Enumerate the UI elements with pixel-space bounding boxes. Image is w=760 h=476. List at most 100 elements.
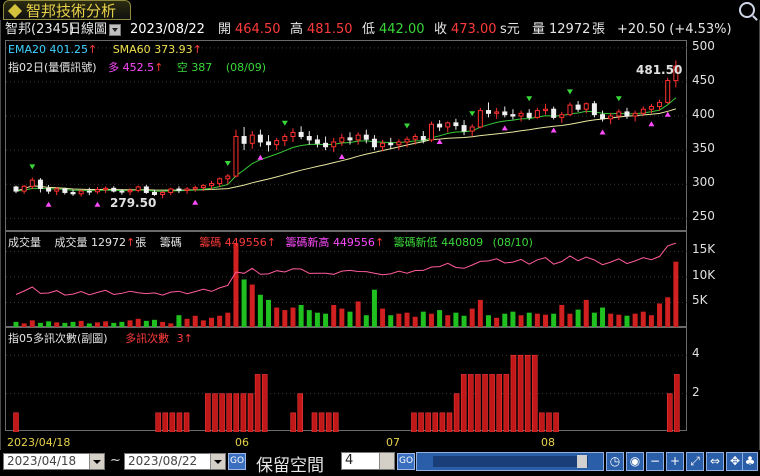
zoom-in-icon[interactable]: + (666, 452, 684, 471)
sma-value: 373.93 (154, 43, 193, 56)
start-date-value: 2023/04/18 (7, 454, 77, 468)
start-date-select[interactable]: 2023/04/18 (3, 453, 105, 470)
long-signal-arrow (94, 201, 101, 207)
candle-body (404, 138, 410, 143)
candle-body (274, 140, 280, 146)
signal-bar (290, 412, 296, 432)
alert-icon[interactable]: ♣ (742, 452, 758, 471)
candle-body (192, 187, 198, 190)
volume-bar (608, 313, 614, 328)
date-tilde: ~ (110, 453, 121, 468)
go-button[interactable]: GO (228, 453, 246, 470)
scrollbar-track[interactable] (433, 456, 588, 467)
chip-low-value: 440809 (441, 236, 484, 249)
candle-body (241, 136, 247, 144)
candle-body (494, 111, 500, 114)
window-tab[interactable]: 智邦技術分析 (3, 0, 131, 20)
signal-bar (219, 393, 225, 432)
chip-label: 籌碼 (159, 236, 182, 249)
quote-date: 2023/08/22 (130, 22, 205, 37)
candle-body (200, 185, 206, 189)
candle-body (371, 138, 377, 148)
scrollbar-thumb[interactable] (577, 455, 587, 468)
candle-body (135, 186, 141, 191)
title-bar: 智邦技術分析 (0, 0, 760, 20)
volume-bar (640, 311, 646, 328)
candle-body (453, 122, 459, 127)
volume-bar (306, 310, 312, 328)
chip-high-value: 449556 (332, 236, 375, 249)
signal-bar (155, 412, 161, 432)
chip-high-title: 籌碼新高 (285, 236, 330, 249)
reserve-spinner[interactable]: 4 (341, 452, 395, 470)
clock-icon[interactable]: ◷ (606, 452, 624, 471)
candle-body (70, 191, 76, 195)
short-signal-arrow (469, 111, 476, 117)
short-signal-arrow (224, 161, 231, 167)
candle-body (551, 108, 557, 118)
long-signal-arrow (664, 111, 671, 117)
candle-body (567, 104, 573, 116)
volume-bar (266, 299, 272, 328)
candle-body (591, 103, 597, 116)
settings-icon[interactable]: ◉ (626, 452, 644, 471)
chevron-down-icon[interactable] (210, 454, 225, 469)
signal-bar (411, 412, 417, 432)
short-signal-arrow (404, 123, 411, 129)
signal-pane: 指05多訊次數(副圖) 多訊次數 3↑ (5, 327, 688, 432)
volume-bar (526, 312, 532, 328)
candle-body (266, 141, 272, 146)
fit-icon[interactable]: ⇔ (706, 452, 724, 471)
reserve-label: 保留空間 (256, 456, 324, 476)
volume-bar (575, 309, 581, 328)
unit-label: s元 (500, 22, 520, 37)
long-signal-arrow (436, 139, 443, 145)
candle-body (657, 101, 663, 107)
volume-bar (249, 284, 255, 328)
end-date-select[interactable]: 2023/08/22 (124, 453, 226, 470)
candle-body (640, 108, 646, 114)
candle-body (469, 126, 475, 132)
candle-body (388, 142, 394, 146)
volume-bar (420, 311, 426, 328)
go-button-2[interactable]: GO (397, 453, 415, 470)
zoom-out-icon[interactable]: − (646, 452, 664, 471)
volume-bar (543, 314, 549, 328)
candle-body (363, 134, 369, 140)
crosshair-icon[interactable]: ⤢ (686, 452, 704, 471)
close-value: 473.00 (451, 22, 497, 37)
x-label-07: 07 (386, 436, 400, 449)
volume-bar (241, 279, 247, 328)
signal-bar (247, 393, 254, 432)
signal-bar (205, 393, 211, 432)
candle-body (583, 103, 589, 110)
open-label: 開 (218, 22, 232, 37)
zoom-icon[interactable] (739, 2, 755, 18)
candle-body (282, 136, 288, 142)
short-signal-arrow (615, 96, 622, 102)
volume-bar (616, 314, 622, 328)
candle-body (143, 186, 149, 193)
high-label: 高 (290, 22, 304, 37)
reserve-value: 4 (345, 453, 354, 468)
spinner-arrows-icon[interactable] (379, 453, 394, 469)
long-label: 多 (108, 61, 120, 74)
open-value: 464.50 (235, 22, 281, 37)
candle-body (510, 114, 516, 117)
indicator-date: (08/09) (225, 61, 267, 74)
signal-bar (432, 412, 439, 432)
ema-value: 401.25 (49, 43, 88, 56)
signal-bar (503, 374, 510, 432)
chevron-down-icon[interactable] (89, 454, 104, 469)
signal-bar (325, 412, 332, 432)
ema-line (15, 97, 677, 192)
signal-bar (553, 412, 559, 432)
period-dropdown[interactable] (109, 24, 121, 36)
low-value: 442.00 (379, 22, 425, 37)
chart-scrollbar[interactable] (416, 452, 604, 471)
change-value: +20.50 (+4.53%) (617, 22, 732, 37)
volume-bar (428, 313, 434, 328)
stock-name: 智邦(2345) (5, 22, 75, 37)
volume-bar (257, 294, 263, 328)
signal-count-label: 多訊次數 (125, 332, 170, 345)
